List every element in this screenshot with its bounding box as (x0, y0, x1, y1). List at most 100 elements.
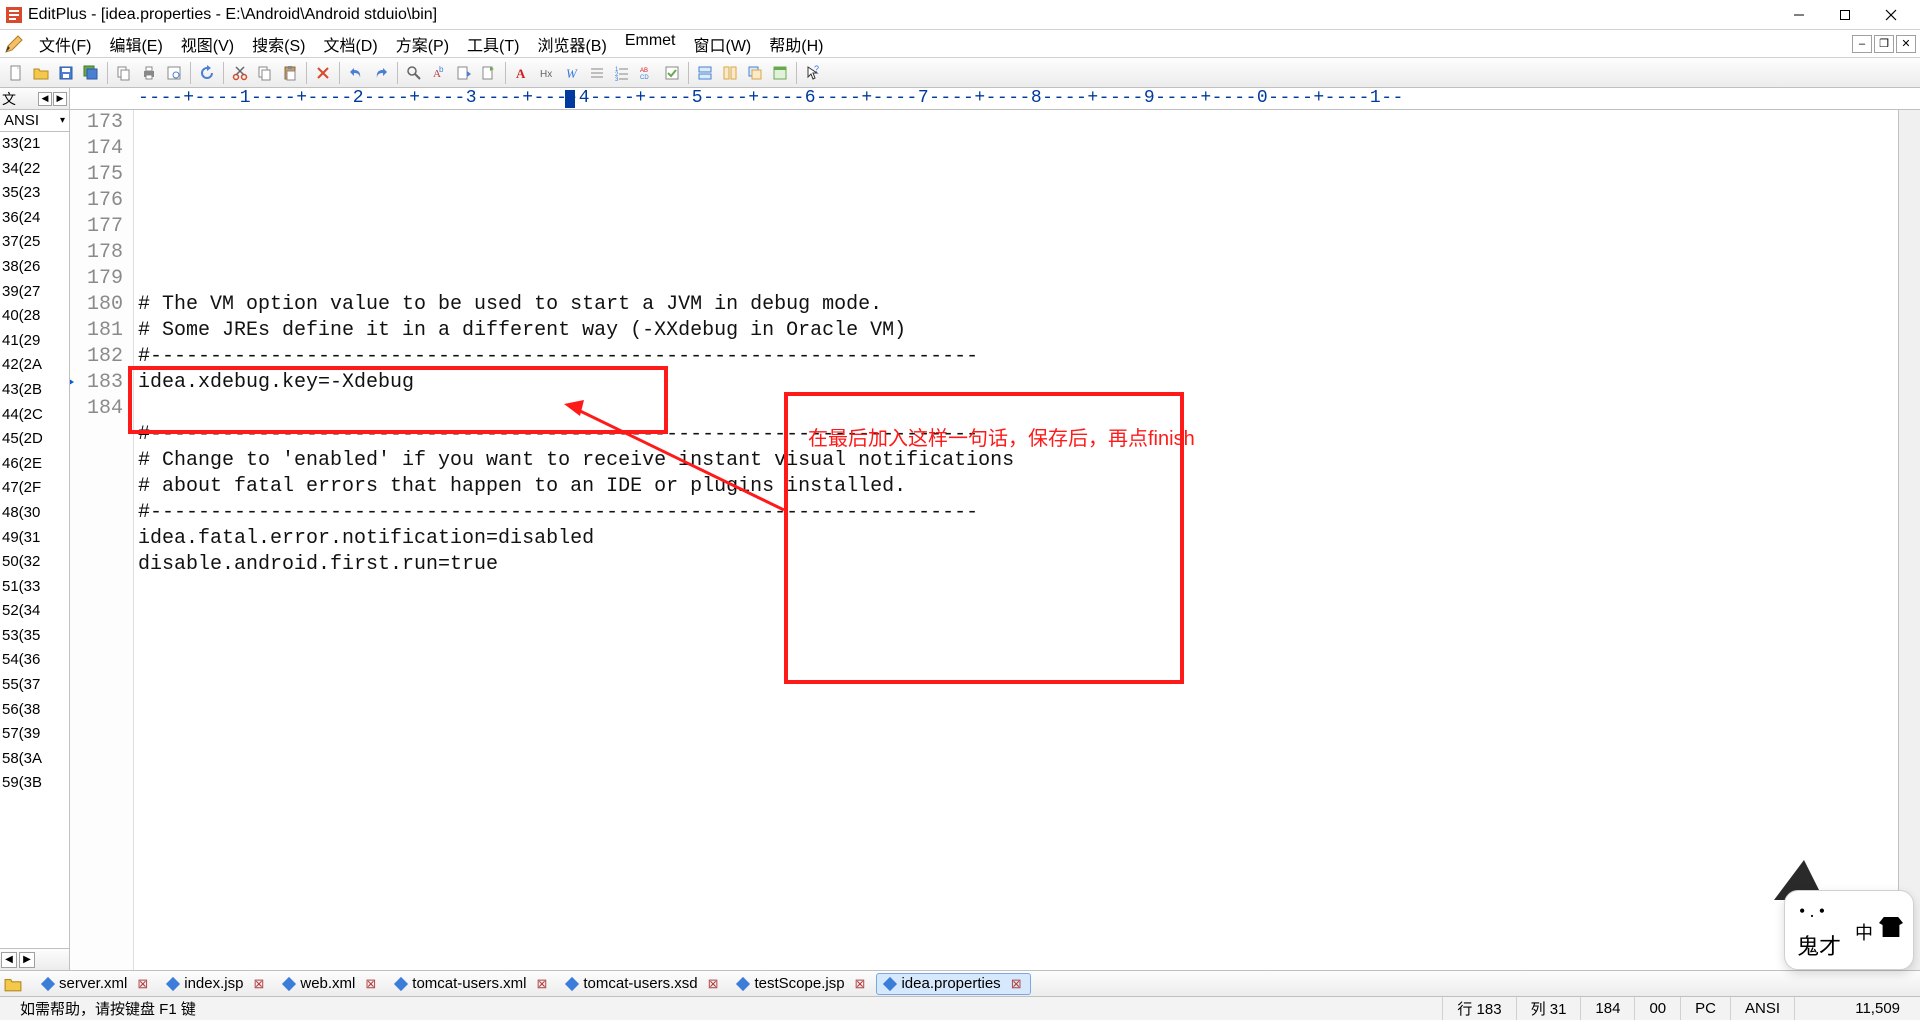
hex-button[interactable]: Hx (535, 61, 559, 85)
side-list-item[interactable]: 41(29 (2, 329, 69, 354)
maximize-button[interactable] (1822, 0, 1868, 30)
tab-close-icon[interactable]: ⊠ (1011, 976, 1022, 992)
paste-button[interactable] (278, 61, 302, 85)
code-line[interactable]: # The VM option value to be used to star… (138, 292, 1898, 318)
doc-tab-web-xml[interactable]: web.xml⊠ (275, 973, 385, 995)
side-list-item[interactable]: 55(37 (2, 673, 69, 698)
browser-button[interactable] (768, 61, 792, 85)
side-list[interactable]: 33(2134(2235(2336(2437(2538(2639(2740(28… (0, 132, 69, 948)
doc-tab-testScope-jsp[interactable]: testScope.jsp⊠ (729, 973, 874, 995)
code-line[interactable]: #---------------------------------------… (138, 500, 1898, 526)
folder-icon[interactable] (4, 975, 22, 993)
code-line[interactable]: idea.xdebug.key=-Xdebug (138, 370, 1898, 396)
save-all-button[interactable] (79, 61, 103, 85)
minimize-button[interactable] (1776, 0, 1822, 30)
wordwrap-button[interactable]: W (560, 61, 584, 85)
tab-close-icon[interactable]: ⊠ (536, 976, 547, 992)
side-list-item[interactable]: 37(25 (2, 230, 69, 255)
side-list-item[interactable]: 36(24 (2, 206, 69, 231)
mdi-close-icon[interactable]: ✕ (1896, 35, 1916, 53)
cut-button[interactable] (228, 61, 252, 85)
print-preview-button[interactable] (162, 61, 186, 85)
side-list-item[interactable]: 59(3B (2, 771, 69, 796)
find-button[interactable] (402, 61, 426, 85)
code-line[interactable] (138, 578, 1898, 604)
side-list-item[interactable]: 58(3A (2, 747, 69, 772)
menu-4[interactable]: 文档(D) (314, 28, 386, 60)
menu-1[interactable]: 编辑(E) (100, 28, 171, 60)
tab-close-icon[interactable]: ⊠ (137, 976, 148, 992)
side-list-item[interactable]: 45(2D (2, 427, 69, 452)
side-list-item[interactable]: 53(35 (2, 624, 69, 649)
delete-button[interactable] (311, 61, 335, 85)
menu-10[interactable]: 帮助(H) (760, 28, 832, 60)
vertical-scrollbar[interactable] (1898, 110, 1920, 970)
side-list-item[interactable]: 38(26 (2, 255, 69, 280)
side-list-item[interactable]: 48(30 (2, 501, 69, 526)
font-red-button[interactable]: A (510, 61, 534, 85)
code-line[interactable]: #---------------------------------------… (138, 344, 1898, 370)
side-scroll-left-button[interactable]: ◀ (1, 952, 17, 968)
redo-button[interactable] (369, 61, 393, 85)
help-pointer-button[interactable]: ? (801, 61, 825, 85)
side-list-item[interactable]: 57(39 (2, 722, 69, 747)
mdi-restore-icon[interactable]: ❐ (1874, 35, 1894, 53)
side-list-item[interactable]: 52(34 (2, 599, 69, 624)
side-prev-button[interactable]: ◀ (38, 92, 52, 106)
side-list-item[interactable]: 33(21 (2, 132, 69, 157)
tab-close-icon[interactable]: ⊠ (253, 976, 264, 992)
goto-button[interactable] (452, 61, 476, 85)
menu-3[interactable]: 搜索(S) (243, 28, 314, 60)
side-next-button[interactable]: ▶ (53, 92, 67, 106)
side-list-item[interactable]: 35(23 (2, 181, 69, 206)
numlist-button[interactable]: 123 (610, 61, 634, 85)
side-list-item[interactable]: 56(38 (2, 698, 69, 723)
reload-button[interactable] (195, 61, 219, 85)
side-list-item[interactable]: 51(33 (2, 575, 69, 600)
menu-9[interactable]: 窗口(W) (684, 28, 760, 60)
menu-2[interactable]: 视图(V) (172, 28, 243, 60)
lines-button[interactable] (585, 61, 609, 85)
doc-tab-tomcat-users-xml[interactable]: tomcat-users.xml⊠ (387, 973, 556, 995)
code-line[interactable]: # about fatal errors that happen to an I… (138, 474, 1898, 500)
new-file-button[interactable] (4, 61, 28, 85)
open-file-button[interactable] (29, 61, 53, 85)
side-list-item[interactable]: 49(31 (2, 526, 69, 551)
print-button[interactable] (137, 61, 161, 85)
window-list-button[interactable] (743, 61, 767, 85)
tab-close-icon[interactable]: ⊠ (855, 976, 866, 992)
copy2-button[interactable] (253, 61, 277, 85)
abcd-button[interactable]: ABCD (635, 61, 659, 85)
doc-tab-idea-properties[interactable]: idea.properties⊠ (876, 973, 1030, 995)
doc-tab-index-jsp[interactable]: index.jsp⊠ (159, 973, 273, 995)
tab-close-icon[interactable]: ⊠ (708, 976, 719, 992)
side-list-item[interactable]: 46(2E (2, 452, 69, 477)
mdi-minimize-icon[interactable]: – (1852, 35, 1872, 53)
side-list-item[interactable]: 34(22 (2, 157, 69, 182)
code-line[interactable]: disable.android.first.run=true (138, 552, 1898, 578)
replace-button[interactable]: Ab (427, 61, 451, 85)
bookmark-button[interactable] (477, 61, 501, 85)
code-line[interactable]: idea.fatal.error.notification=disabled (138, 526, 1898, 552)
side-list-item[interactable]: 47(2F (2, 476, 69, 501)
side-scroll-right-button[interactable]: ▶ (19, 952, 35, 968)
code-text[interactable]: 在最后加入这样一句话，保存后，再点finish # The VM option … (134, 110, 1898, 970)
code-line[interactable] (138, 396, 1898, 422)
side-list-item[interactable]: 42(2A (2, 353, 69, 378)
close-button[interactable] (1868, 0, 1914, 30)
copy-button[interactable] (112, 61, 136, 85)
side-list-item[interactable]: 44(2C (2, 403, 69, 428)
menu-0[interactable]: 文件(F) (30, 28, 100, 60)
doc-tab-tomcat-users-xsd[interactable]: tomcat-users.xsd⊠ (558, 973, 727, 995)
menu-7[interactable]: 浏览器(B) (528, 28, 615, 60)
encoding-dropdown[interactable]: ANSI ▾ (0, 110, 69, 132)
side-list-item[interactable]: 43(2B (2, 378, 69, 403)
tab-close-icon[interactable]: ⊠ (365, 976, 376, 992)
tile-v-button[interactable] (718, 61, 742, 85)
menu-8[interactable]: Emmet (616, 28, 685, 60)
code-line[interactable]: # Some JREs define it in a different way… (138, 318, 1898, 344)
undo-button[interactable] (344, 61, 368, 85)
save-button[interactable] (54, 61, 78, 85)
spellcheck-button[interactable] (660, 61, 684, 85)
doc-tab-server-xml[interactable]: server.xml⊠ (34, 973, 157, 995)
